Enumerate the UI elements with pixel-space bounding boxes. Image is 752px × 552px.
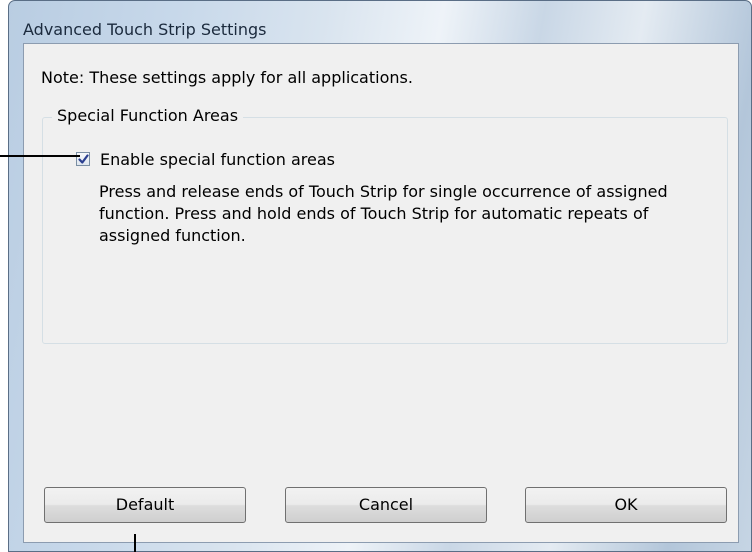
special-function-areas-group: Special Function Areas Enable special fu… bbox=[42, 106, 728, 344]
title-bar[interactable]: Advanced Touch Strip Settings bbox=[9, 1, 751, 43]
callout-line-checkbox bbox=[0, 155, 80, 157]
default-button[interactable]: Default bbox=[44, 487, 246, 523]
checkbox-label[interactable]: Enable special function areas bbox=[100, 150, 335, 169]
description-text: Press and release ends of Touch Strip fo… bbox=[99, 182, 668, 245]
cancel-button[interactable]: Cancel bbox=[285, 487, 487, 523]
group-legend: Special Function Areas bbox=[52, 106, 244, 125]
dialog-content: Note: These settings apply for all appli… bbox=[23, 43, 739, 543]
dialog-window: Advanced Touch Strip Settings Note: Thes… bbox=[8, 0, 752, 552]
window-title: Advanced Touch Strip Settings bbox=[23, 20, 267, 39]
note-text: Note: These settings apply for all appli… bbox=[41, 68, 413, 87]
ok-button[interactable]: OK bbox=[525, 487, 727, 523]
callout-line-default-button bbox=[134, 534, 136, 552]
